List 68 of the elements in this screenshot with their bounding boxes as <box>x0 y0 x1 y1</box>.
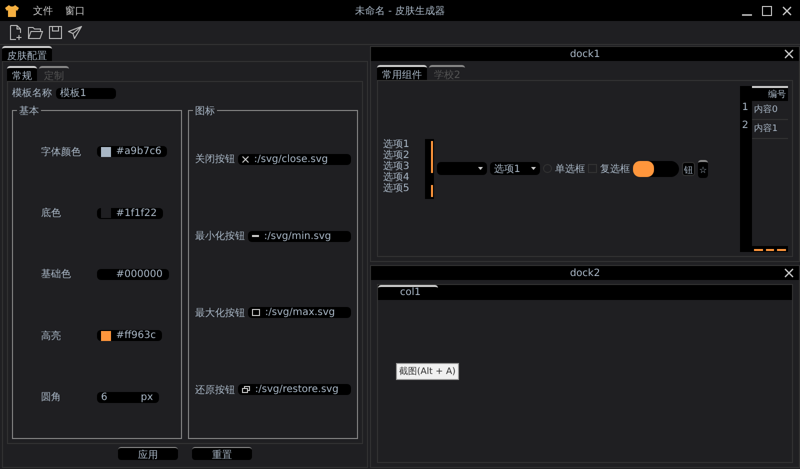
column-header[interactable]: 编号 <box>752 86 788 101</box>
table-cell: 内容0 <box>752 101 788 120</box>
list-item[interactable]: 选项3 <box>383 160 425 172</box>
radio-label: 单选框 <box>555 162 585 176</box>
slider-track[interactable] <box>633 160 679 176</box>
list-item[interactable]: 选项1 <box>383 138 425 150</box>
color-field[interactable]: #1f1f22 <box>97 208 163 219</box>
list-box[interactable]: 选项1 选项2 选项3 选项4 选项5 <box>382 138 434 198</box>
field-label: 还原按钮 <box>195 384 235 397</box>
scrollbar[interactable] <box>752 246 788 252</box>
group-title: 基本 <box>17 104 41 118</box>
field-label: 模板名称 <box>12 86 52 100</box>
row-number: 1 <box>741 102 750 115</box>
restore-icon <box>242 386 250 394</box>
column-header[interactable]: col1 <box>378 285 438 300</box>
input-field[interactable]: 模板1 <box>56 88 116 98</box>
tab[interactable]: 常用组件 <box>377 65 427 80</box>
maximize-icon[interactable] <box>762 6 772 16</box>
field-label: 关闭按钮 <box>195 152 235 166</box>
color-field[interactable]: #000000 <box>97 268 169 280</box>
field-label: 基础色 <box>41 268 72 282</box>
close-icon <box>242 156 249 163</box>
path-field[interactable]: :/svg/min.svg <box>248 230 351 242</box>
field-label: 字体颜色 <box>41 146 82 159</box>
menu-item[interactable]: 窗口 <box>59 4 91 18</box>
number-field[interactable]: 6 px <box>97 392 159 403</box>
list-item[interactable]: 选项5 <box>383 182 425 194</box>
close-icon[interactable] <box>784 268 794 278</box>
table-cell: 内容1 <box>752 120 788 139</box>
action-button[interactable]: 重置 <box>192 447 252 460</box>
minimize-icon <box>252 235 259 238</box>
tab[interactable]: 常规 <box>7 66 37 81</box>
field-label: 高亮 <box>41 330 62 343</box>
path-field[interactable]: :/svg/close.svg <box>238 154 351 165</box>
field-label: 底色 <box>41 206 62 220</box>
star-button[interactable]: ☆ <box>698 160 708 178</box>
menu-item[interactable]: 文件 <box>27 4 59 18</box>
slider-fill[interactable] <box>633 160 654 176</box>
field-label: 最小化按钮 <box>195 230 245 244</box>
maximize-icon <box>252 309 260 316</box>
dock-title: dock1 <box>570 48 600 60</box>
close-icon[interactable] <box>782 6 792 16</box>
tooltip: 截图(Alt + A) <box>396 363 459 380</box>
combo-box[interactable]: 选项1 <box>490 162 540 175</box>
scrollbar-thumb[interactable] <box>431 140 433 172</box>
row-number: 2 <box>741 120 750 133</box>
new-file-icon[interactable] <box>10 25 22 40</box>
path-field[interactable]: :/svg/max.svg <box>248 307 351 318</box>
field-label: 圆角 <box>41 391 62 404</box>
color-field[interactable]: #a9b7c6 <box>97 146 168 158</box>
shirt-icon <box>5 4 19 16</box>
folder-icon[interactable] <box>28 26 43 38</box>
group-title: 图标 <box>193 104 217 118</box>
action-button[interactable]: 应用 <box>118 447 178 460</box>
checkbox-label: 复选框 <box>600 162 630 176</box>
field-label: 最大化按钮 <box>195 306 245 320</box>
list-item[interactable]: 选项2 <box>383 150 425 160</box>
color-field[interactable]: #ff963c <box>97 330 162 342</box>
send-icon[interactable] <box>68 26 82 39</box>
dock-title: dock2 <box>570 268 600 278</box>
window-title: 未命名 - 皮肤生成器 <box>355 6 445 16</box>
close-icon[interactable] <box>784 49 794 59</box>
push-button[interactable]: 钮 <box>682 162 695 176</box>
path-field[interactable]: :/svg/restore.svg <box>238 384 351 396</box>
scrollbar-thumb[interactable] <box>431 184 433 196</box>
tab[interactable]: 皮肤配置 <box>2 46 52 61</box>
list-item[interactable]: 选项4 <box>383 172 425 182</box>
save-icon[interactable] <box>49 26 62 39</box>
